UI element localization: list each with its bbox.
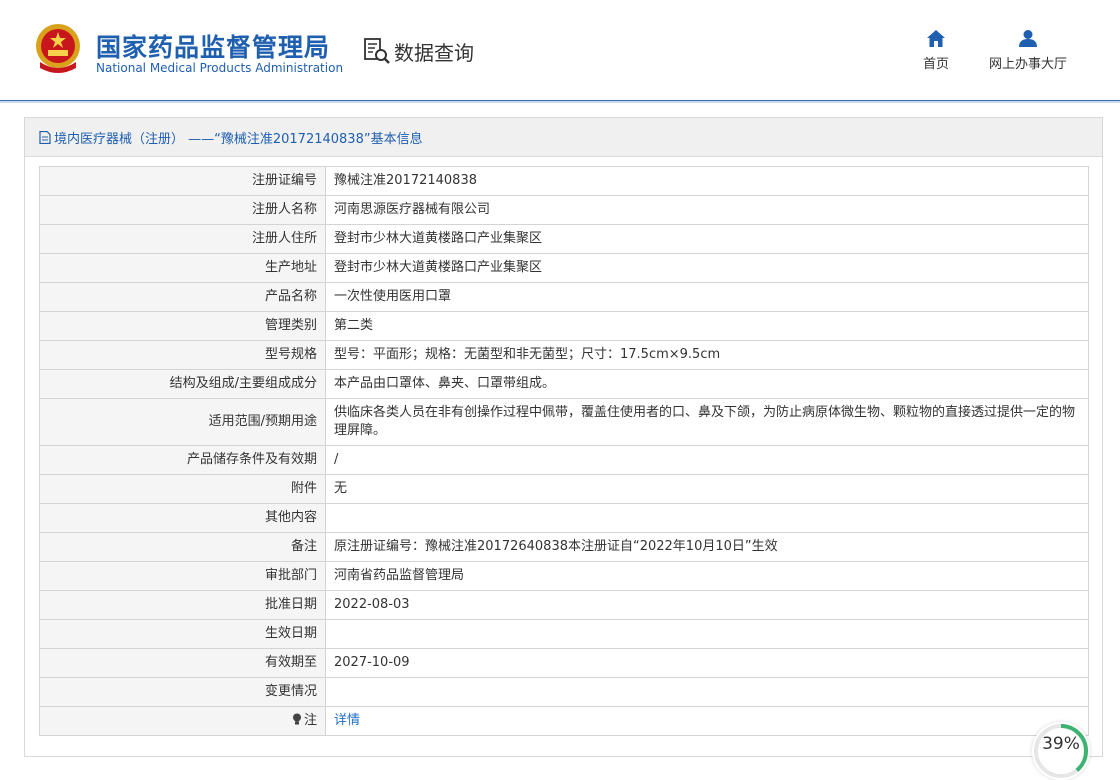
row-value: 供临床各类人员在非有创操作过程中佩带，覆盖住使用者的口、鼻及下颌，为防止病原体微… [325,398,1089,446]
row-label: 变更情况 [39,677,326,707]
details-link[interactable]: 详情 [334,713,360,728]
row-label: 产品储存条件及有效期 [39,445,326,475]
table-row: 其他内容 [39,503,1089,533]
table-row: 批准日期 2022-08-03 [39,590,1089,620]
row-label: 其他内容 [39,503,326,533]
row-label: 注 [39,706,326,736]
table-row-note: 注 详情 [39,706,1089,736]
table-row: 管理类别 第二类 [39,311,1089,341]
header-divider [0,100,1120,103]
panel-title-bar: 境内医疗器械（注册） ——“豫械注准20172140838”基本信息 [25,118,1102,157]
row-label: 注册人住所 [39,224,326,254]
info-table: 注册证编号 豫械注准20172140838 注册人名称 河南思源医疗器械有限公司 注册人… [39,166,1089,736]
progress-text: 39% [1042,734,1080,754]
row-label: 产品名称 [39,282,326,312]
row-value: 本产品由口罩体、鼻夹、口罩带组成。 [325,369,1089,399]
row-label: 生产地址 [39,253,326,283]
table-row: 附件无 [39,474,1089,504]
row-value: 详情 [325,706,1089,736]
row-value: 河南思源医疗器械有限公司 [325,195,1089,225]
row-label: 管理类别 [39,311,326,341]
table-row: 审批部门 河南省药品监督管理局 [39,561,1089,591]
nav-online-hall[interactable]: 网上办事大厅 [982,30,1074,72]
row-value [325,619,1089,649]
row-value: 豫械注准20172140838 [325,166,1089,196]
table-row: 生效日期 [39,619,1089,649]
row-label: 适用范围/预期用途 [39,398,326,446]
row-label: 有效期至 [39,648,326,678]
progress-indicator[interactable]: 39% [1032,722,1090,780]
row-label: 备注 [39,532,326,562]
row-value: 2022-08-03 [325,590,1089,620]
row-value: 原注册证编号：豫械注准20172640838本注册证自“2022年10月10日”… [325,532,1089,562]
row-value: / [325,445,1089,475]
table-row: 适用范围/预期用途 供临床各类人员在非有创操作过程中佩带，覆盖住使用者的口、鼻及下… [39,398,1089,446]
row-value: 登封市少林大道黄楼路口产业集聚区 [325,253,1089,283]
home-icon [927,30,945,47]
row-value: 登封市少林大道黄楼路口产业集聚区 [325,224,1089,254]
table-row: 结构及组成/主要组成成分 本产品由口罩体、鼻夹、口罩带组成。 [39,369,1089,399]
table-row: 注册人住所 登封市少林大道黄楼路口产业集聚区 [39,224,1089,254]
row-label: 结构及组成/主要组成成分 [39,369,326,399]
row-value [325,503,1089,533]
row-label: 型号规格 [39,340,326,370]
row-value: 河南省药品监督管理局 [325,561,1089,591]
site-title[interactable]: 国家药品监督管理局 [96,28,330,64]
table-row: 生产地址 登封市少林大道黄楼路口产业集聚区 [39,253,1089,283]
panel-title: 境内医疗器械（注册） ——“豫械注准20172140838”基本信息 [54,131,423,147]
row-label: 注册证编号 [39,166,326,196]
table-row: 产品储存条件及有效期 / [39,445,1089,475]
row-value: 第二类 [325,311,1089,341]
nav-home-label: 首页 [922,57,949,72]
row-value: 2027-10-09 [325,648,1089,678]
detail-panel: 境内医疗器械（注册） ——“豫械注准20172140838”基本信息 注册证编号… [24,117,1103,757]
table-row: 备注 原注册证编号：豫械注准20172640838本注册证自“2022年10月10… [39,532,1089,562]
document-search-icon [364,38,390,64]
national-emblem-icon [36,24,80,73]
row-value: 一次性使用医用口罩 [325,282,1089,312]
row-label: 审批部门 [39,561,326,591]
row-label: 生效日期 [39,619,326,649]
row-value [325,677,1089,707]
data-query-section: 数据查询 [362,36,474,66]
table-row: 有效期至 2027-10-09 [39,648,1089,678]
user-icon [1019,30,1037,47]
site-header: 国家药品监督管理局 National Medical Products Admi… [0,0,1120,100]
row-label: 附件 [39,474,326,504]
row-value: 无 [325,474,1089,504]
row-value: 型号：平面形；规格：无菌型和非无菌型；尺寸：17.5cm×9.5cm [325,340,1089,370]
nav-online-hall-label: 网上办事大厅 [988,57,1067,72]
table-row: 注册证编号 豫械注准20172140838 [39,166,1089,196]
document-icon [39,130,51,144]
lightbulb-icon [292,713,301,725]
site-subtitle: National Medical Products Administration [96,61,344,75]
nav-home[interactable]: 首页 [918,30,954,72]
table-row: 变更情况 [39,677,1089,707]
table-row: 注册人名称 河南思源医疗器械有限公司 [39,195,1089,225]
table-row: 型号规格 型号：平面形；规格：无菌型和非无菌型；尺寸：17.5cm×9.5cm [39,340,1089,370]
row-label: 批准日期 [39,590,326,620]
table-row: 产品名称 一次性使用医用口罩 [39,282,1089,312]
row-label: 注册人名称 [39,195,326,225]
data-query-label: 数据查询 [394,40,474,65]
note-label: 注 [303,713,317,728]
